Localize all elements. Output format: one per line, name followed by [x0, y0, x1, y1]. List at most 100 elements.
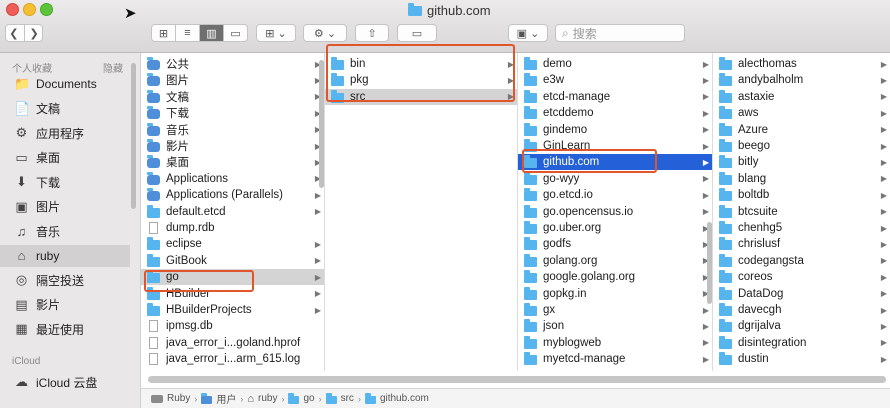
folder-row[interactable]: google.golang.org ▶: [518, 269, 712, 285]
path-item[interactable]: src: [325, 392, 354, 404]
share-button[interactable]: ⇧: [355, 24, 389, 42]
sidebar-scrollbar[interactable]: [131, 63, 136, 209]
folder-row[interactable]: beego ▶: [713, 138, 890, 154]
folder-row[interactable]: etcd-manage ▶: [518, 89, 712, 105]
column-scrollbar[interactable]: [319, 60, 324, 188]
icon-view-button[interactable]: ⊞: [152, 25, 176, 41]
folder-row[interactable]: dustin ▶: [713, 351, 890, 367]
folder-row[interactable]: 文稿 ▶: [141, 89, 324, 105]
folder-row[interactable]: 桌面 ▶: [141, 154, 324, 170]
disclosure-arrow-icon: ▶: [880, 239, 888, 249]
zoom-window-button[interactable]: [40, 3, 53, 16]
column-scrollbar[interactable]: [707, 222, 712, 304]
folder-row[interactable]: GitBook ▶: [141, 253, 324, 269]
folder-row[interactable]: go.etcd.io ▶: [518, 187, 712, 203]
disclosure-arrow-icon: ▶: [314, 289, 322, 299]
folder-row[interactable]: andybalholm ▶: [713, 72, 890, 88]
sidebar-item-icloud-drive[interactable]: ☁ iCloud 云盘: [0, 371, 130, 393]
file-row[interactable]: ipmsg.db: [141, 318, 324, 334]
folder-row[interactable]: 公共 ▶: [141, 56, 324, 72]
folder-row[interactable]: gopkg.in ▶: [518, 286, 712, 302]
folder-row[interactable]: astaxie ▶: [713, 89, 890, 105]
folder-row[interactable]: codegangsta ▶: [713, 253, 890, 269]
folder-row[interactable]: DataDog ▶: [713, 286, 890, 302]
folder-row[interactable]: bitly ▶: [713, 154, 890, 170]
folder-row[interactable]: chenhg5 ▶: [713, 220, 890, 236]
folder-row[interactable]: 影片 ▶: [141, 138, 324, 154]
folder-row[interactable]: boltdb ▶: [713, 187, 890, 203]
file-row[interactable]: java_error_i...goland.hprof: [141, 335, 324, 351]
folder-row[interactable]: myblogweb ▶: [518, 335, 712, 351]
folder-row[interactable]: demo ▶: [518, 56, 712, 72]
gallery-view-button[interactable]: ▭: [224, 25, 247, 41]
sidebar-item[interactable]: ◎ 隔空投送: [0, 269, 130, 291]
folder-row[interactable]: godfs ▶: [518, 236, 712, 252]
disclosure-arrow-icon: ▶: [314, 256, 322, 266]
folder-row[interactable]: eclipse ▶: [141, 236, 324, 252]
folder-row[interactable]: dgrijalva ▶: [713, 318, 890, 334]
horizontal-scrollbar[interactable]: [148, 376, 886, 383]
back-button[interactable]: ❮: [4, 25, 25, 41]
folder-row[interactable]: gx ▶: [518, 302, 712, 318]
folder-row[interactable]: Azure ▶: [713, 122, 890, 138]
path-item[interactable]: github.com: [364, 392, 429, 404]
folder-row[interactable]: default.etcd ▶: [141, 204, 324, 220]
column-view-button[interactable]: ▥: [200, 25, 224, 41]
folder-row[interactable]: golang.org ▶: [518, 253, 712, 269]
folder-row[interactable]: blang ▶: [713, 171, 890, 187]
search-field[interactable]: ⌕ 搜索: [555, 24, 685, 42]
close-window-button[interactable]: [6, 3, 19, 16]
folder-row[interactable]: go-wyy ▶: [518, 171, 712, 187]
item-name: gindemo: [543, 123, 588, 136]
folder-row[interactable]: gindemo ▶: [518, 122, 712, 138]
disclosure-arrow-icon: ▶: [880, 59, 888, 69]
path-item[interactable]: 用户: [201, 391, 236, 406]
folder-row[interactable]: coreos ▶: [713, 269, 890, 285]
minimize-window-button[interactable]: [23, 3, 36, 16]
folder-row[interactable]: e3w ▶: [518, 72, 712, 88]
folder-row[interactable]: chrislusf ▶: [713, 236, 890, 252]
path-item[interactable]: go: [288, 392, 315, 404]
folder-row[interactable]: btcsuite ▶: [713, 204, 890, 220]
list-view-button[interactable]: ≡: [176, 25, 200, 41]
folder-row[interactable]: go.uber.org ▶: [518, 220, 712, 236]
sidebar-item[interactable]: ♫ 音乐: [0, 220, 130, 242]
folder-row[interactable]: 音乐 ▶: [141, 122, 324, 138]
sidebar-item[interactable]: 📄 文稿: [0, 98, 130, 120]
folder-row[interactable]: myetcd-manage ▶: [518, 351, 712, 367]
extra-menu-button[interactable]: ▣ ⌄: [508, 24, 548, 42]
path-separator-icon: ›: [240, 393, 244, 404]
forward-button[interactable]: ❯: [25, 25, 44, 41]
sidebar-item[interactable]: ▭ 桌面: [0, 147, 130, 169]
sidebar-item[interactable]: ⚙ 应用程序: [0, 122, 130, 144]
group-button[interactable]: ⊞ ⌄: [256, 24, 296, 42]
folder-row[interactable]: Applications ▶: [141, 171, 324, 187]
folder-row[interactable]: alecthomas ▶: [713, 56, 890, 72]
folder-row[interactable]: go.opencensus.io ▶: [518, 204, 712, 220]
folder-row[interactable]: aws ▶: [713, 105, 890, 121]
path-item[interactable]: Ruby: [151, 393, 190, 404]
action-button[interactable]: ⚙ ⌄: [303, 24, 347, 42]
column-github-com: alecthomas ▶ andybalholm ▶ astaxie ▶ aws ▶ Azure…: [713, 53, 890, 371]
folder-row[interactable]: etcddemo ▶: [518, 105, 712, 121]
file-row[interactable]: dump.rdb: [141, 220, 324, 236]
tag-button[interactable]: ▭: [397, 24, 437, 42]
sidebar-item[interactable]: ▦ 最近使用: [0, 318, 130, 340]
sidebar-item[interactable]: ⬇ 下载: [0, 171, 130, 193]
sidebar-item[interactable]: ▣ 图片: [0, 196, 130, 218]
folder-row[interactable]: 下载 ▶: [141, 105, 324, 121]
folder-row[interactable]: HBuilderProjects ▶: [141, 302, 324, 318]
path-item[interactable]: ⌂ ruby: [247, 393, 277, 405]
item-name: default.etcd: [166, 205, 226, 218]
folder-row[interactable]: davecgh ▶: [713, 302, 890, 318]
sidebar-item[interactable]: 📁 Documents: [0, 73, 130, 95]
sidebar-item[interactable]: ⌂ ruby: [0, 244, 130, 267]
sidebar-item[interactable]: ▤ 影片: [0, 294, 130, 316]
file-row[interactable]: java_error_i...arm_615.log: [141, 351, 324, 367]
folder-row[interactable]: disintegration ▶: [713, 335, 890, 351]
folder-row[interactable]: Applications (Parallels) ▶: [141, 187, 324, 203]
folder-icon: [719, 221, 732, 234]
folder-row[interactable]: 图片 ▶: [141, 72, 324, 88]
folder-icon: [524, 253, 537, 267]
folder-row[interactable]: json ▶: [518, 318, 712, 334]
